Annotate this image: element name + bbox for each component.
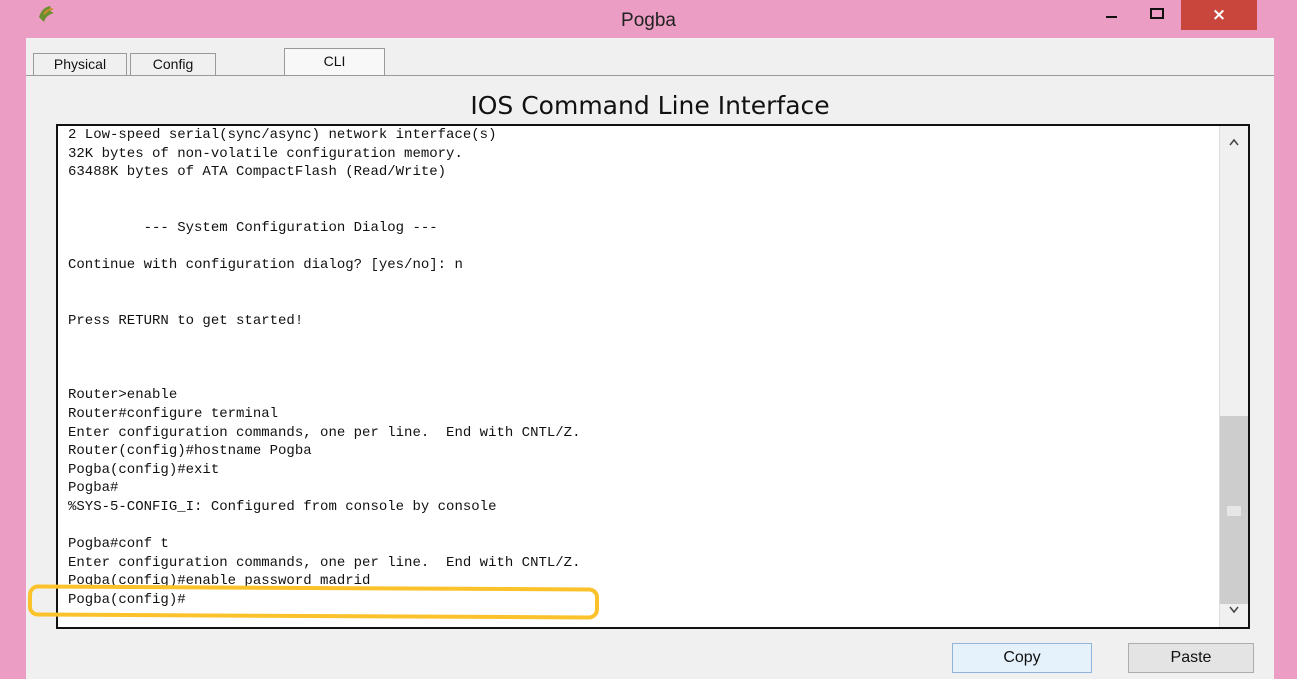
tab-cli[interactable]: CLI (284, 48, 385, 77)
terminal-output[interactable]: 2 Low-speed serial(sync/async) network i… (68, 126, 580, 609)
maximize-button[interactable] (1135, 0, 1181, 30)
terminal-line: %SYS-5-CONFIG_I: Configured from console… (68, 498, 497, 515)
terminal-line: --- System Configuration Dialog --- (68, 219, 438, 236)
terminal-line: 32K bytes of non-volatile configuration … (68, 145, 463, 162)
scrollbar-grip (1227, 506, 1241, 516)
scroll-up-arrow-icon[interactable] (1229, 138, 1239, 146)
terminal-line: 2 Low-speed serial(sync/async) network i… (68, 127, 497, 143)
title-bar[interactable]: Pogba × (0, 0, 1297, 38)
terminal-line: Continue with configuration dialog? [yes… (68, 257, 463, 274)
terminal-line: Router>enable (68, 387, 178, 404)
scrollbar-thumb[interactable] (1220, 416, 1248, 604)
terminal-line: Enter configuration commands, one per li… (68, 554, 581, 571)
terminal-line: Enter configuration commands, one per li… (68, 424, 581, 441)
cli-terminal[interactable]: 2 Low-speed serial(sync/async) network i… (56, 124, 1250, 629)
terminal-line: Router#configure terminal (68, 405, 279, 422)
scroll-down-arrow-icon[interactable] (1229, 606, 1239, 614)
terminal-line: Pogba# (68, 480, 119, 497)
tab-config[interactable]: Config (130, 53, 216, 75)
minimize-icon (1106, 16, 1117, 18)
minimize-button[interactable] (1089, 0, 1135, 30)
tab-physical[interactable]: Physical (33, 53, 127, 75)
paste-button[interactable]: Paste (1128, 643, 1254, 673)
highlight-annotation (27, 584, 600, 620)
terminal-line: Pogba#conf t (68, 536, 169, 553)
terminal-line: Press RETURN to get started! (68, 312, 304, 329)
cli-heading: IOS Command Line Interface (470, 91, 830, 120)
copy-button[interactable]: Copy (952, 643, 1092, 673)
terminal-line: Router(config)#hostname Pogba (68, 443, 312, 460)
close-button[interactable]: × (1181, 0, 1257, 30)
close-icon: × (1211, 5, 1227, 25)
maximize-icon (1150, 8, 1164, 19)
terminal-line: Pogba(config)#exit (68, 461, 220, 478)
terminal-line: 63488K bytes of ATA CompactFlash (Read/W… (68, 164, 447, 181)
terminal-scrollbar[interactable] (1219, 126, 1248, 627)
